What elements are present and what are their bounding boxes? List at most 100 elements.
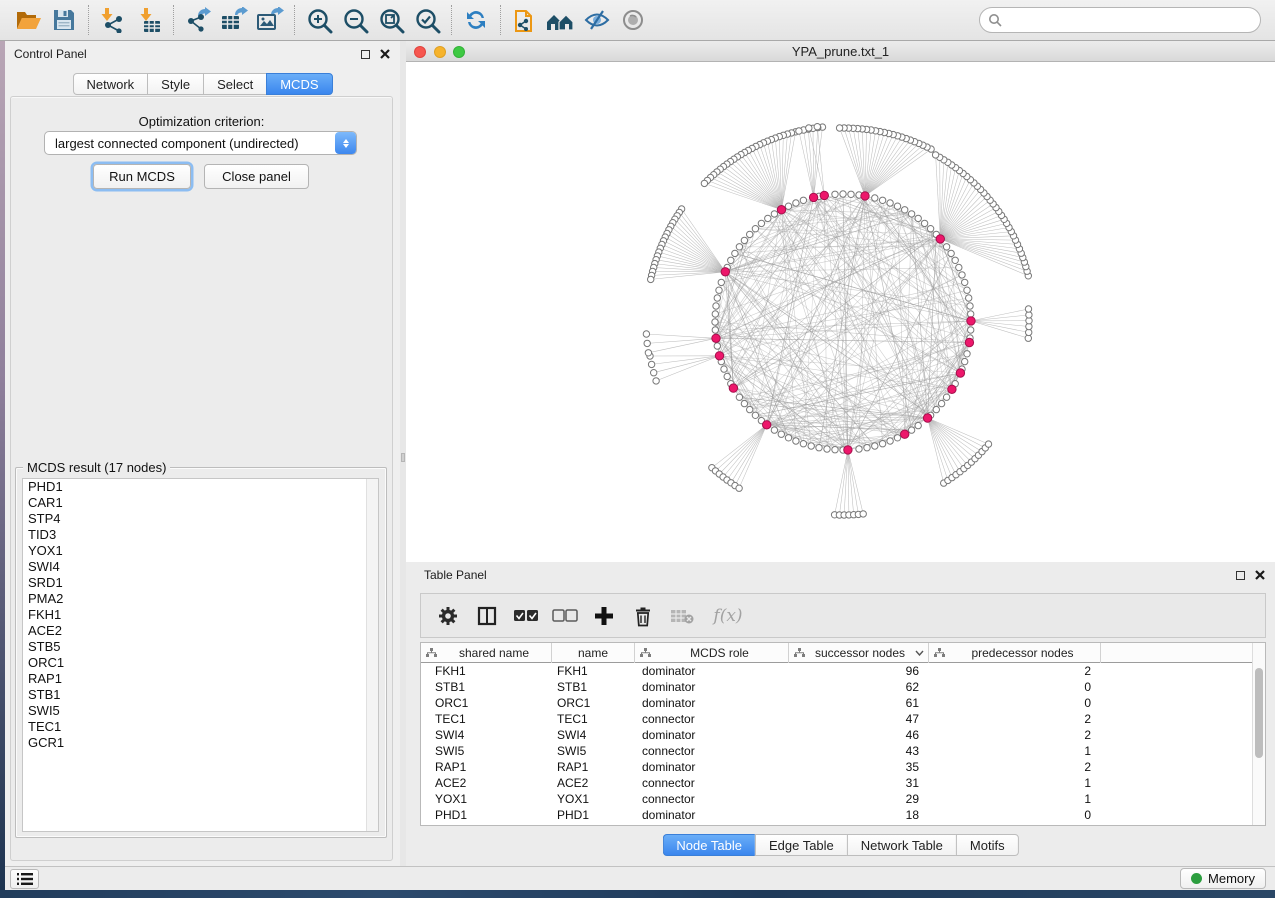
open-file-icon[interactable] [10,3,46,37]
table-body: FKH1FKH1dominator962STB1STB1dominator620… [421,663,1252,825]
run-mcds-button[interactable]: Run MCDS [93,164,191,189]
control-panel: Control Panel NetworkStyleSelectMCDS Opt… [5,41,400,866]
cell-shared-name: STB1 [421,680,552,694]
table-row-STB1[interactable]: STB1STB1dominator620 [421,679,1252,695]
export-image-icon[interactable] [252,3,288,37]
mcds-result-item[interactable]: STB1 [23,687,378,703]
mcds-result-item[interactable]: ORC1 [23,655,378,671]
table-row-TEC1[interactable]: TEC1TEC1connector472 [421,711,1252,727]
column-header-successor-nodes[interactable]: successor nodes [789,643,929,663]
mcds-result-item[interactable]: PMA2 [23,591,378,607]
share-network-icon[interactable] [507,3,543,37]
table-row-SWI5[interactable]: SWI5SWI5connector431 [421,743,1252,759]
table-row-RAP1[interactable]: RAP1RAP1dominator352 [421,759,1252,775]
mcds-result-group: MCDS result (17 nodes) PHD1CAR1STP4TID3Y… [15,467,387,838]
mcds-result-item[interactable]: PHD1 [23,479,378,495]
criterion-select[interactable]: largest connected component (undirected) [44,131,357,155]
cell-successor-nodes: 62 [789,680,929,694]
tab-style[interactable]: Style [147,73,203,95]
mcds-result-item[interactable]: FKH1 [23,607,378,623]
column-header-MCDS-role[interactable]: MCDS role [635,643,789,663]
network-window-titlebar[interactable]: YPA_prune.txt_1 [406,41,1275,62]
column-header-name[interactable]: name [552,643,635,663]
mcds-result-item[interactable]: RAP1 [23,671,378,687]
cell-MCDS-role: dominator [635,760,789,774]
cell-successor-nodes: 47 [789,712,929,726]
cell-MCDS-role: dominator [635,808,789,822]
import-network-icon[interactable] [95,3,131,37]
mcds-result-item[interactable]: TID3 [23,527,378,543]
table-tab-bar: Node TableEdge TableNetwork TableMotifs [662,834,1018,856]
close-table-panel-icon[interactable] [1255,570,1265,580]
table-row-ORC1[interactable]: ORC1ORC1dominator610 [421,695,1252,711]
desktop-wallpaper-bottom [0,890,1275,898]
table-tab-network-table[interactable]: Network Table [847,834,956,856]
save-session-icon[interactable] [46,3,82,37]
tab-mcds[interactable]: MCDS [266,73,332,95]
table-row-ACE2[interactable]: ACE2ACE2connector311 [421,775,1252,791]
table-tab-edge-table[interactable]: Edge Table [755,834,847,856]
table-tab-node-table[interactable]: Node Table [662,834,755,856]
table-scrollbar-thumb[interactable] [1255,668,1263,758]
mcds-result-list[interactable]: PHD1CAR1STP4TID3YOX1SWI4SRD1PMA2FKH1ACE2… [22,478,379,832]
table-panel-title: Table Panel [406,568,487,582]
mcds-result-item[interactable]: ACE2 [23,623,378,639]
cell-MCDS-role: connector [635,744,789,758]
table-row-YOX1[interactable]: YOX1YOX1connector291 [421,791,1252,807]
tab-network[interactable]: Network [72,73,147,95]
network-overview-icon[interactable] [543,3,579,37]
export-network-icon[interactable] [180,3,216,37]
import-table-icon[interactable] [131,3,167,37]
toolbar-separator [294,5,295,35]
float-panel-icon[interactable] [361,50,370,59]
zoom-out-icon[interactable] [337,3,373,37]
task-history-button[interactable] [10,869,39,889]
hide-panel-eye-icon[interactable] [579,3,615,37]
add-column-icon[interactable] [589,601,619,631]
show-column-panel-icon[interactable] [472,601,502,631]
delete-column-icon[interactable] [628,601,658,631]
mcds-result-item[interactable]: TEC1 [23,719,378,735]
mcds-result-item[interactable]: CAR1 [23,495,378,511]
mcds-result-item[interactable]: SWI4 [23,559,378,575]
float-table-panel-icon[interactable] [1236,571,1245,580]
deselect-all-rows-icon[interactable] [550,601,580,631]
memory-button[interactable]: Memory [1180,868,1266,889]
mcds-result-item[interactable]: SRD1 [23,575,378,591]
table-settings-gear-icon[interactable] [433,601,463,631]
table-row-SWI4[interactable]: SWI4SWI4dominator462 [421,727,1252,743]
search-icon [988,13,1002,32]
table-scrollbar[interactable] [1252,643,1265,825]
splitter-grip[interactable] [401,453,405,462]
search-input[interactable] [979,7,1261,33]
cell-shared-name: SWI5 [421,744,552,758]
table-panel: Table Panel f(x) shared namenameMCDS rol… [406,562,1275,866]
select-all-rows-icon[interactable] [511,601,541,631]
mcds-result-item[interactable]: GCR1 [23,735,378,751]
mcds-result-item[interactable]: SWI5 [23,703,378,719]
cell-predecessor-nodes: 1 [929,792,1101,806]
export-table-icon[interactable] [216,3,252,37]
mcds-result-item[interactable]: STB5 [23,639,378,655]
table-row-FKH1[interactable]: FKH1FKH1dominator962 [421,663,1252,679]
close-panel-button[interactable]: Close panel [204,164,309,189]
tab-select[interactable]: Select [203,73,266,95]
mcds-result-item[interactable]: STP4 [23,511,378,527]
mcds-result-item[interactable]: YOX1 [23,543,378,559]
zoom-in-icon[interactable] [301,3,337,37]
refresh-icon[interactable] [458,3,494,37]
result-list-scrollbar[interactable] [366,479,378,831]
column-header-predecessor-nodes[interactable]: predecessor nodes [929,643,1101,663]
network-canvas[interactable] [406,62,1275,562]
zoom-fit-icon[interactable] [373,3,409,37]
toolbar-separator [173,5,174,35]
column-header-shared-name[interactable]: shared name [421,643,552,663]
table-tab-motifs[interactable]: Motifs [956,834,1019,856]
memory-label: Memory [1208,871,1255,886]
node-table: shared namenameMCDS rolesuccessor nodesp… [420,642,1266,826]
show-panel-eye-icon[interactable] [615,3,651,37]
zoom-selected-icon[interactable] [409,3,445,37]
main-toolbar [0,0,1275,41]
close-panel-icon[interactable] [380,49,390,59]
table-row-PHD1[interactable]: PHD1PHD1dominator180 [421,807,1252,823]
